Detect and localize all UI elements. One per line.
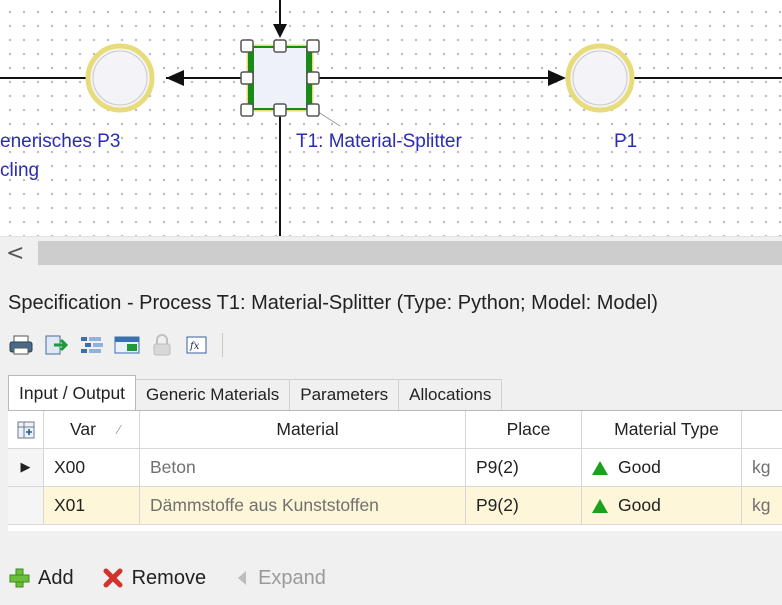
table-row[interactable]: X01 Dämmstoffe aus Kunststoffen P9(2) Go… [8,487,782,525]
cell-var[interactable]: X00 [44,449,140,487]
tab-input-output[interactable]: Input / Output [8,375,137,410]
place-p3-label: enerisches P3 [0,131,121,152]
horizontal-scrollbar[interactable]: < [0,236,782,271]
arrowhead-into-t1 [273,24,287,38]
cell-place[interactable]: P9(2) [466,449,582,487]
list-icon[interactable] [78,333,105,357]
column-header-place[interactable]: Place [466,411,582,449]
column-chooser-icon[interactable] [8,411,44,449]
row-selector-icon[interactable] [8,487,44,525]
column-header-var[interactable]: Var ⁄ [44,411,140,449]
tab-allocations[interactable]: Allocations [398,379,503,410]
cell-material-type[interactable]: Good [582,449,742,487]
scrollbar-thumb[interactable] [38,241,782,265]
function-icon[interactable]: fx [183,333,210,357]
spec-tabs: Input / Output Generic Materials Paramet… [8,375,503,410]
add-plus-icon [8,567,30,589]
table-icon[interactable] [113,333,140,357]
add-button[interactable]: Add [8,567,74,590]
place-p1[interactable] [565,43,635,113]
cell-material-type[interactable]: Good [582,487,742,525]
arrowhead-to-p1 [548,70,566,86]
grid-actions: Add Remove Expand [8,562,354,594]
tab-generic-materials[interactable]: Generic Materials [135,379,291,410]
svg-text:fx: fx [189,341,200,352]
lock-icon [148,333,175,357]
column-header-material[interactable]: Material [140,411,466,449]
sort-indicator-icon: ⁄ [117,422,121,437]
remove-x-icon [102,567,124,589]
cell-material-type-label: Good [618,495,661,515]
tab-parameters[interactable]: Parameters [289,379,400,410]
expand-button[interactable]: Expand [234,567,326,590]
cell-place[interactable]: P9(2) [466,487,582,525]
remove-button-label: Remove [131,566,207,589]
good-triangle-icon [592,498,608,513]
good-triangle-icon [592,460,608,475]
column-header-material-type[interactable]: Material Type [582,411,742,449]
remove-button[interactable]: Remove [102,567,206,590]
expand-button-label: Expand [258,566,326,589]
cell-unit[interactable]: kg [742,487,782,525]
place-p3[interactable] [85,43,155,113]
place-p3-label-line2: cling [0,160,40,181]
transition-t1-label: T1: Material-Splitter [296,131,462,152]
cell-var[interactable]: X01 [44,487,140,525]
cell-material[interactable]: Dämmstoffe aus Kunststoffen [140,487,466,525]
transition-t1[interactable] [246,44,314,112]
spec-toolbar: fx [8,330,223,360]
petri-net-diagram [0,0,782,236]
row-selector-icon[interactable]: ▶ [8,449,44,487]
process-canvas[interactable]: enerisches P3 cling T1: Material-Splitte… [0,0,782,236]
arrowhead-to-p3 [166,70,184,86]
print-icon[interactable] [8,333,35,357]
expand-arrow-icon [234,568,250,588]
toolbar-separator [222,333,223,357]
io-material-grid: Var ⁄ Material Place Material Type ▶ X00… [8,410,782,531]
cell-unit[interactable]: kg [742,449,782,487]
scroll-left-arrow-icon[interactable]: < [6,241,24,266]
cell-material-type-label: Good [618,457,661,477]
grid-header-row: Var ⁄ Material Place Material Type [8,411,782,449]
table-row[interactable]: ▶ X00 Beton P9(2) Good kg [8,449,782,487]
add-button-label: Add [38,566,74,589]
panel-title: Specification - Process T1: Material-Spl… [8,292,658,314]
place-p1-label: P1 [614,131,638,152]
column-header-var-label: Var [70,419,96,439]
specification-panel: Specification - Process T1: Material-Spl… [0,270,782,605]
cell-material[interactable]: Beton [140,449,466,487]
export-icon[interactable] [43,333,70,357]
column-header-unit[interactable] [742,411,782,449]
